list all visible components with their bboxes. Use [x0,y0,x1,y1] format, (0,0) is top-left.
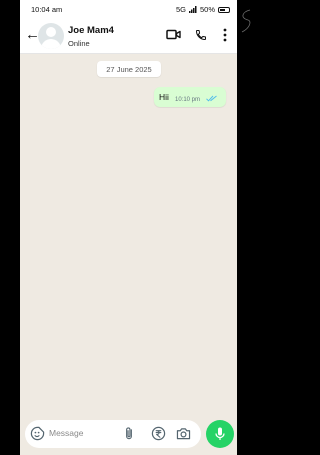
date-label: 27 June 2025 [106,64,152,74]
message-composer: Message [25,420,201,448]
battery-percent: 50% [199,5,215,14]
signal-icon [188,6,197,13]
date-separator: 27 June 2025 [97,61,161,77]
rupee-payment-icon[interactable] [151,426,166,441]
contact-status: Online [68,39,90,48]
voice-call-icon[interactable] [195,29,207,41]
default-avatar-icon [46,27,56,37]
message-time: 10:10 pm [175,97,201,103]
outgoing-message[interactable]: Hii 10:10 pm [154,87,226,107]
contact-name[interactable]: Joe Mam4 [68,25,114,36]
mic-button[interactable] [206,420,234,448]
status-bar: 10:04 am 5G 50% [20,0,237,19]
sticker-icon[interactable] [30,426,45,441]
mic-icon [215,427,225,440]
message-text: Hii [159,92,169,102]
status-time: 10:04 am [31,5,63,14]
message-input[interactable]: Message [49,428,84,438]
battery-icon [218,6,230,13]
camera-icon[interactable] [176,427,191,440]
video-call-icon[interactable] [166,29,181,40]
attach-icon[interactable] [124,426,134,441]
status-indicators: 5G 50% [176,5,230,14]
avatar[interactable] [38,23,64,49]
edge-scribble-icon [241,9,251,33]
phone-screen: 10:04 am 5G 50% ← Joe Mam4 Online 27 Jun… [20,0,237,455]
more-options-icon[interactable] [223,28,227,42]
chat-header: ← Joe Mam4 Online [20,19,237,54]
network-label: 5G [175,5,186,14]
read-ticks-icon [206,95,217,102]
